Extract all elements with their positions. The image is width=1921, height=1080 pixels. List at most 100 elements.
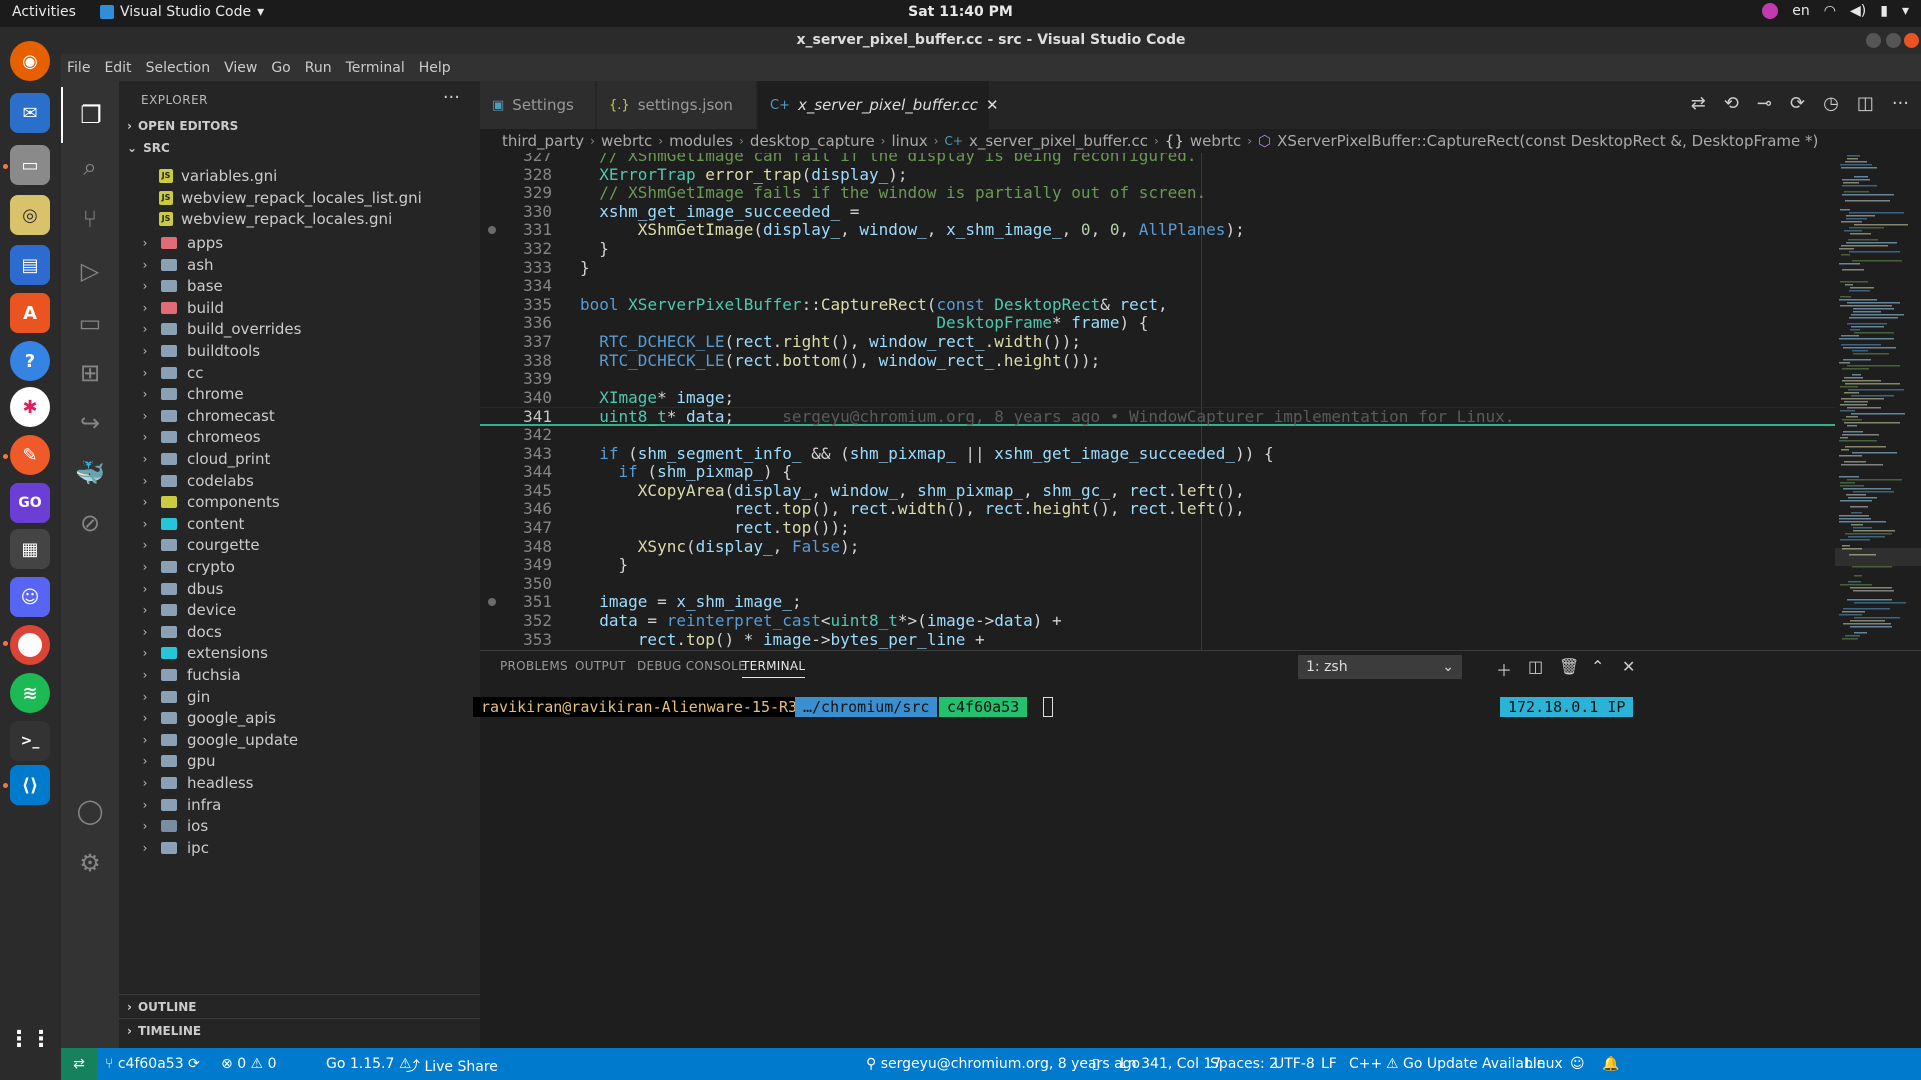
feedback-icon[interactable]: ☺ <box>1570 1056 1585 1072</box>
outline-section[interactable]: › OUTLINE <box>119 994 480 1018</box>
remote-explorer-icon[interactable]: ▭ <box>61 295 119 351</box>
language-mode[interactable]: C++ <box>1349 1056 1382 1072</box>
indentation[interactable]: Spaces: 2 <box>1210 1056 1278 1072</box>
file-item[interactable]: JS webview_repack_locales.gni <box>119 206 480 232</box>
settings-gear-icon[interactable]: ⚙ <box>61 835 119 891</box>
sublime-icon[interactable]: ▦ <box>10 529 50 569</box>
more-actions-icon[interactable]: ··· <box>443 87 460 108</box>
spotify-icon[interactable]: ≋ <box>10 673 50 713</box>
more-actions-icon[interactable]: ··· <box>1892 93 1909 114</box>
git-commit-icon[interactable]: ⊸ <box>1757 93 1772 114</box>
help-icon[interactable]: ? <box>10 341 50 381</box>
remote-indicator[interactable]: ⇄ <box>61 1048 97 1080</box>
show-apps-icon[interactable]: ⋮⋮ <box>8 1019 52 1059</box>
tab-output[interactable]: OUTPUT <box>575 659 626 673</box>
run-debug-icon[interactable]: ▷ <box>61 243 119 299</box>
gitlens-icon[interactable]: ⊘ <box>61 495 119 551</box>
breadcrumb-item[interactable]: x_server_pixel_buffer.cc <box>969 132 1148 150</box>
timeline-section[interactable]: › TIMELINE <box>119 1018 480 1042</box>
docker-icon[interactable]: 🐳 <box>61 445 119 501</box>
breadcrumb-item[interactable]: webrtc <box>1190 132 1241 150</box>
software-icon[interactable]: A <box>10 293 50 333</box>
source-control-icon[interactable]: ⑂ <box>61 191 119 247</box>
tab-debug-console[interactable]: DEBUG CONSOLE <box>637 659 746 673</box>
open-editors-section[interactable]: › OPEN EDITORS <box>119 115 480 137</box>
vscode-icon[interactable]: ⟨⟩ <box>10 765 50 805</box>
close-window-button[interactable] <box>1904 33 1919 48</box>
menu-go[interactable]: Go <box>271 60 290 76</box>
menu-terminal[interactable]: Terminal <box>346 60 405 76</box>
firefox-icon[interactable]: ◉ <box>10 41 50 81</box>
minimize-button[interactable] <box>1866 33 1881 48</box>
maximize-button[interactable] <box>1886 33 1901 48</box>
activities-button[interactable]: Activities <box>12 4 76 20</box>
language-indicator[interactable]: en <box>1792 3 1810 19</box>
sync-icon[interactable]: ⟳ <box>188 1056 200 1072</box>
split-editor-icon[interactable]: ◫ <box>1857 93 1874 114</box>
live-share-icon[interactable]: ↪ <box>61 395 119 451</box>
problems-indicator[interactable]: ⊗ 0 ⚠ 0 <box>221 1056 276 1072</box>
git-branch[interactable]: ⑂ c4f60a53 <box>105 1056 184 1072</box>
system-clock[interactable]: Sat 11:40 PM <box>0 4 1921 20</box>
notification-bell-icon[interactable]: ▯ <box>1092 1056 1100 1072</box>
next-change-icon[interactable]: ⟳ <box>1790 93 1805 114</box>
tab-problems[interactable]: PROBLEMS <box>500 659 568 673</box>
window-titlebar[interactable]: x_server_pixel_buffer.cc - src - Visual … <box>61 27 1921 54</box>
split-terminal-icon[interactable]: ◫ <box>1528 657 1543 676</box>
breadcrumb-item[interactable]: third_party <box>502 132 584 150</box>
app-menu[interactable]: Visual Studio Code ▾ <box>100 4 264 20</box>
search-icon[interactable]: ⌕ <box>61 139 119 195</box>
system-tray[interactable]: en ◠ ◀) ▮ ▾ <box>1762 3 1909 19</box>
breadcrumb-item[interactable]: desktop_capture <box>750 132 875 150</box>
accounts-icon[interactable]: ◯ <box>61 783 119 839</box>
notifications-icon[interactable]: 🔔 <box>1602 1056 1619 1072</box>
previous-change-icon[interactable]: ⟲ <box>1724 93 1739 114</box>
firefox-tray-icon[interactable] <box>1762 3 1779 19</box>
writer-icon[interactable]: ▤ <box>10 245 50 285</box>
rhythmbox-icon[interactable]: ◎ <box>10 195 50 235</box>
menu-file[interactable]: File <box>67 60 90 76</box>
menu-run[interactable]: Run <box>305 60 332 76</box>
os-indicator[interactable]: Linux <box>1525 1056 1563 1072</box>
src-section[interactable]: ⌄ SRC <box>119 137 480 159</box>
tab-terminal[interactable]: TERMINAL <box>742 659 806 678</box>
kill-terminal-icon[interactable]: 🗑 <box>1559 657 1579 676</box>
open-changes-icon[interactable]: ⇄ <box>1691 93 1706 114</box>
files-icon[interactable]: ▭ <box>10 145 50 185</box>
goland-icon[interactable]: GO <box>10 483 50 523</box>
tab-x-server-pixel-buffer[interactable]: C+ x_server_pixel_buffer.cc ✕ <box>758 81 999 129</box>
menu-view[interactable]: View <box>224 60 257 76</box>
breadcrumb-item[interactable]: linux <box>891 132 927 150</box>
cursor-position[interactable]: Ln 341, Col 17 <box>1120 1056 1221 1072</box>
go-update-notice[interactable]: ⚠ Go Update Available <box>1386 1056 1545 1072</box>
breadcrumb-item[interactable]: modules <box>669 132 733 150</box>
encoding[interactable]: UTF-8 <box>1274 1056 1315 1072</box>
tab-settings[interactable]: ▣ Settings <box>480 81 596 129</box>
minimap[interactable] <box>1835 153 1921 650</box>
new-terminal-icon[interactable]: ＋ <box>1496 657 1512 681</box>
breadcrumb-item[interactable]: webrtc <box>601 132 652 150</box>
menu-edit[interactable]: Edit <box>104 60 131 76</box>
maximize-panel-icon[interactable]: ⌃ <box>1591 657 1604 676</box>
terminal-icon[interactable]: >_ <box>10 721 50 761</box>
menu-help[interactable]: Help <box>419 60 451 76</box>
extensions-icon[interactable]: ⊞ <box>61 345 119 401</box>
go-version[interactable]: Go 1.15.7 ⚠ <box>326 1056 411 1072</box>
menu-selection[interactable]: Selection <box>146 60 211 76</box>
chrome-icon[interactable] <box>10 625 50 665</box>
thunderbird-icon[interactable]: ✉ <box>10 93 50 133</box>
terminal-select[interactable]: 1: zsh ⌄ <box>1298 655 1462 679</box>
line-ending[interactable]: LF <box>1321 1056 1337 1072</box>
discord-icon[interactable]: ☺ <box>10 577 50 617</box>
history-icon[interactable]: ◷ <box>1823 93 1839 114</box>
close-panel-icon[interactable]: ✕ <box>1622 657 1635 676</box>
breadcrumb-item[interactable]: XServerPixelBuffer::CaptureRect(const De… <box>1277 132 1818 150</box>
live-share-button[interactable]: ⤴ Live Share <box>406 1056 498 1076</box>
code-editor[interactable]: 327 // XShmGetImage can fail if the disp… <box>480 153 1835 650</box>
postman-icon[interactable]: ✎ <box>10 435 50 475</box>
tab-settings-json[interactable]: {.} settings.json <box>597 81 757 129</box>
slack-icon[interactable]: ✱ <box>10 387 50 427</box>
folder-item[interactable]: › ipc <box>119 835 480 861</box>
explorer-icon[interactable]: ❐ <box>61 87 119 143</box>
close-tab-icon[interactable]: ✕ <box>986 96 999 114</box>
